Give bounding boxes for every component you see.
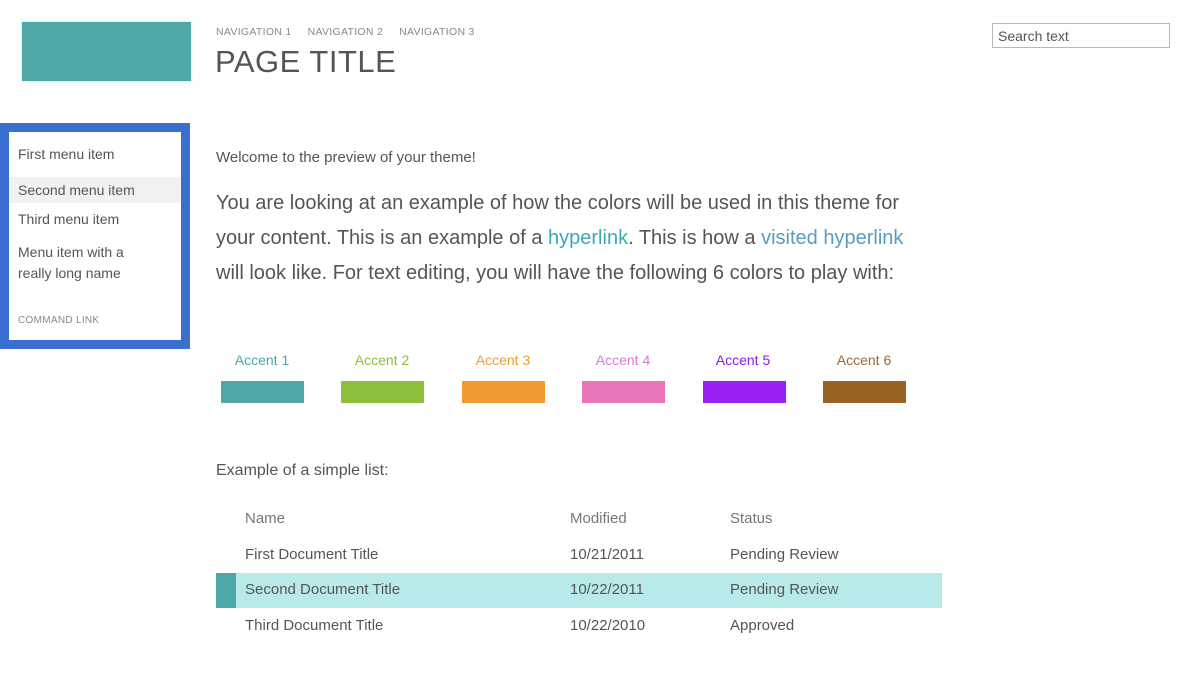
accent-2-label: Accent 2	[354, 352, 410, 368]
hyperlink[interactable]: hyperlink	[548, 227, 628, 249]
column-header-name[interactable]: Name	[245, 510, 285, 527]
welcome-text: Welcome to the preview of your theme!	[216, 149, 476, 166]
accent-3-label: Accent 3	[475, 352, 531, 368]
accent-5-swatch	[703, 381, 786, 403]
intro-text-3: will look like. For text editing, you wi…	[216, 262, 895, 284]
row-modified: 10/22/2011	[570, 581, 644, 598]
sidebar-item-long[interactable]: Menu item with a really long name	[9, 242, 159, 284]
table-row[interactable]: First Document Title 10/21/2011 Pending …	[216, 538, 942, 573]
accent-4-label: Accent 4	[595, 352, 651, 368]
accent-1-label: Accent 1	[234, 352, 290, 368]
row-modified: 10/22/2010	[570, 617, 646, 634]
sidebar-menu: First menu item Second menu item Third m…	[0, 123, 190, 349]
accent-5-label: Accent 5	[715, 352, 771, 368]
accent-4-swatch	[582, 381, 665, 403]
list-label: Example of a simple list:	[216, 462, 389, 479]
intro-text-2: . This is how a	[628, 227, 762, 249]
search-input[interactable]	[992, 23, 1170, 48]
row-name[interactable]: First Document Title	[245, 546, 378, 563]
accent-6-label: Accent 6	[836, 352, 892, 368]
selection-indicator	[216, 573, 236, 608]
sidebar-item-third[interactable]: Third menu item	[9, 209, 181, 230]
sidebar-item-second[interactable]: Second menu item	[9, 177, 181, 203]
column-header-status[interactable]: Status	[730, 510, 773, 527]
top-navigation: NAVIGATION 1 NAVIGATION 2 NAVIGATION 3	[216, 26, 475, 38]
row-modified: 10/21/2011	[570, 546, 644, 563]
command-link[interactable]: COMMAND LINK	[9, 310, 181, 331]
table-row[interactable]: Third Document Title 10/22/2010 Approved	[216, 609, 942, 644]
row-status: Approved	[730, 617, 795, 634]
nav-item-2[interactable]: NAVIGATION 2	[308, 26, 384, 38]
row-name[interactable]: Second Document Title	[245, 581, 400, 598]
accent-3-swatch	[462, 381, 545, 403]
column-header-modified[interactable]: Modified	[570, 510, 627, 527]
list-header: Name Modified Status	[216, 502, 942, 537]
sidebar-item-first[interactable]: First menu item	[9, 144, 181, 165]
table-row-selected[interactable]: Second Document Title 10/22/2011 Pending…	[216, 573, 942, 608]
site-logo[interactable]	[22, 22, 191, 81]
row-status: Pending Review	[730, 546, 839, 563]
nav-item-3[interactable]: NAVIGATION 3	[399, 26, 475, 38]
page-title: PAGE TITLE	[215, 44, 397, 79]
visited-hyperlink[interactable]: visited hyperlink	[761, 227, 903, 249]
nav-item-1[interactable]: NAVIGATION 1	[216, 26, 292, 38]
intro-paragraph: You are looking at an example of how the…	[216, 186, 936, 291]
row-status: Pending Review	[730, 581, 839, 598]
accent-6-swatch	[823, 381, 906, 403]
accent-2-swatch	[341, 381, 424, 403]
row-name[interactable]: Third Document Title	[245, 617, 383, 634]
accent-1-swatch	[221, 381, 304, 403]
